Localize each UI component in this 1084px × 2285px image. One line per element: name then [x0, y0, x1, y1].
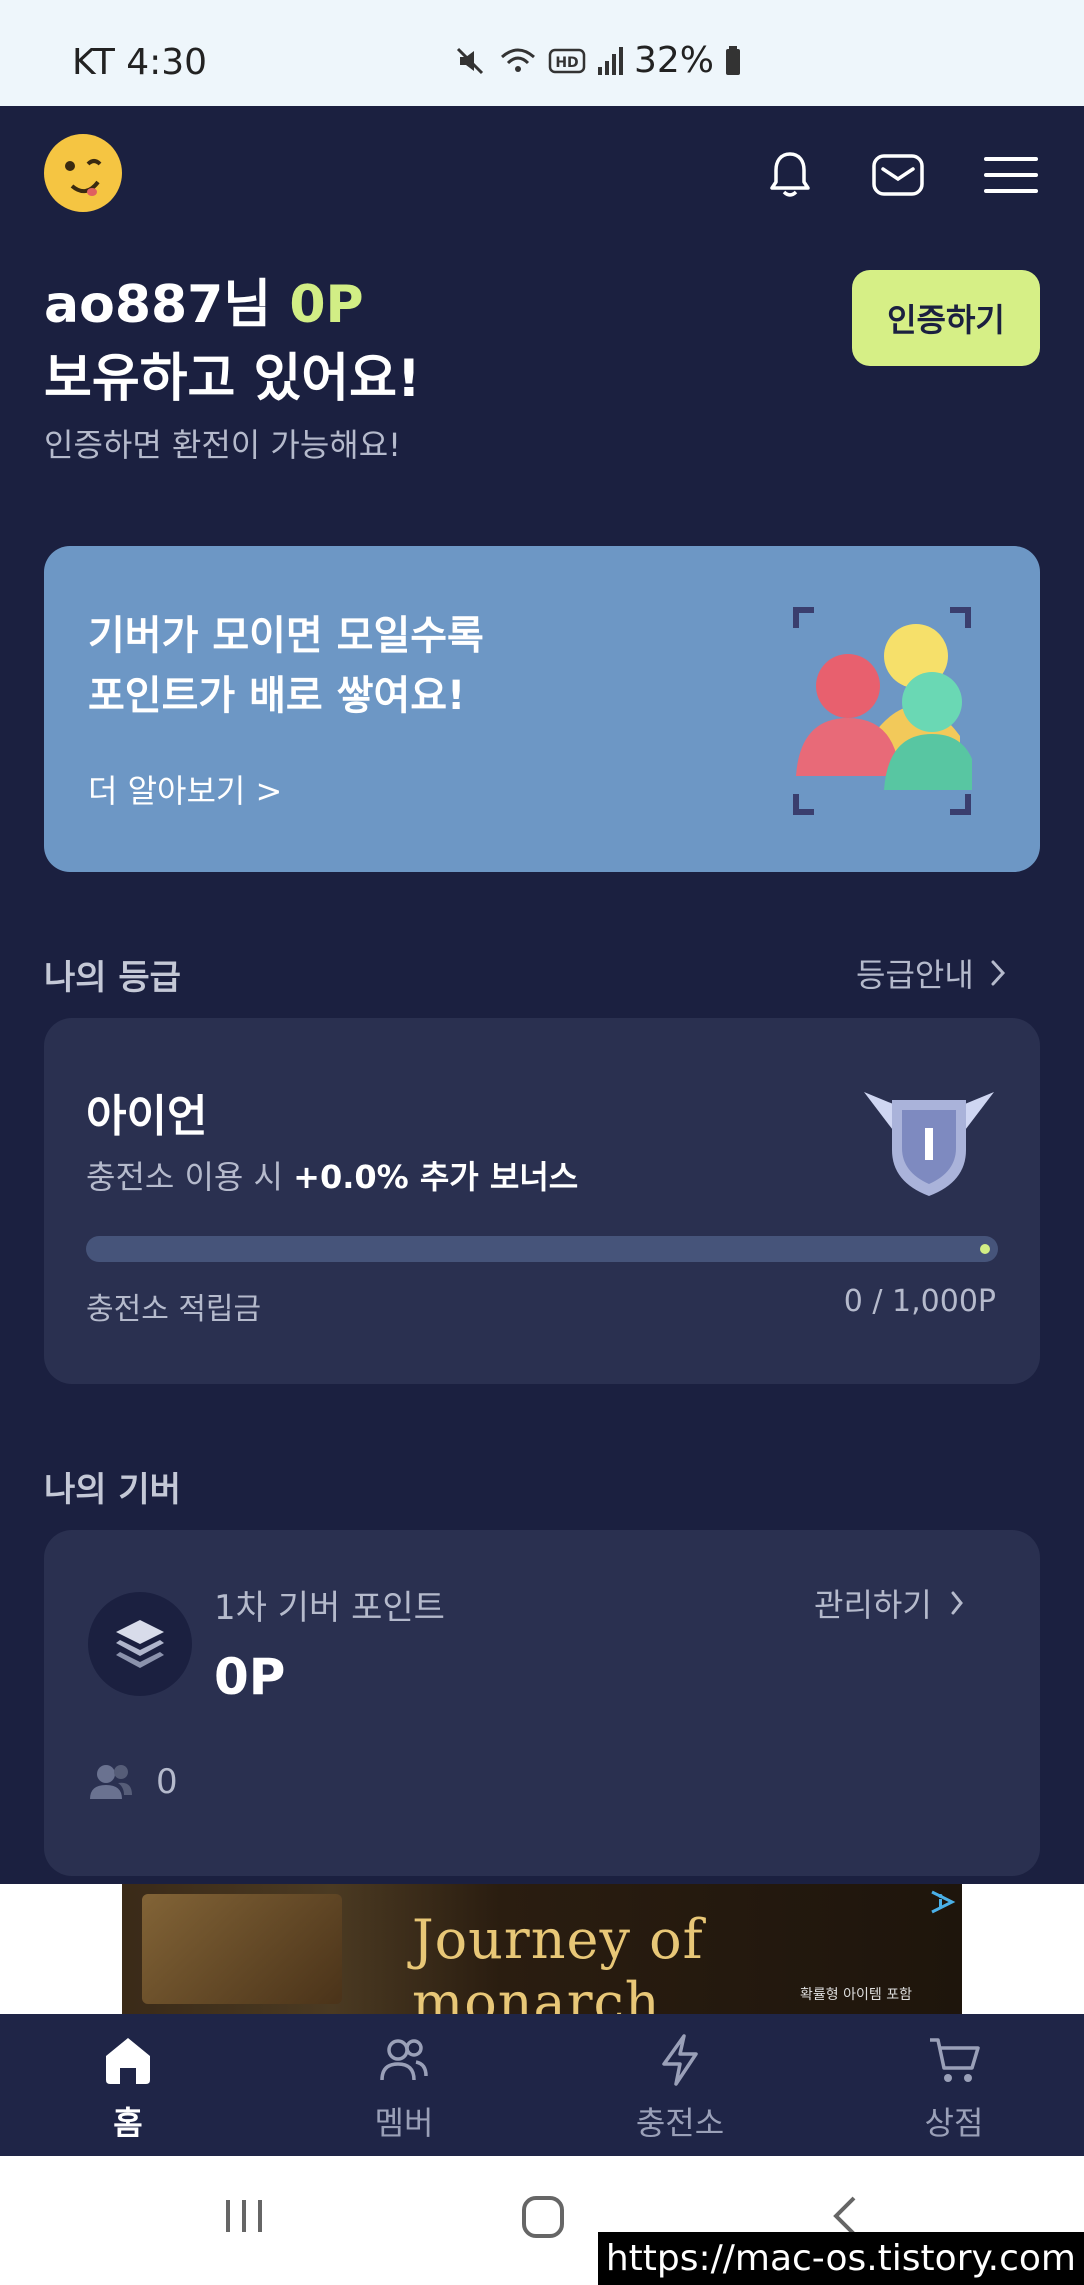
member-count-value: 0	[156, 1762, 178, 1802]
users-icon	[90, 1765, 132, 1799]
grade-desc-prefix: 충전소 이용 시	[86, 1158, 294, 1196]
svg-text:HD: HD	[555, 55, 578, 71]
manage-label: 관리하기	[814, 1586, 932, 1624]
system-navigation-bar: https://mac-os.tistory.com	[0, 2156, 1084, 2285]
mute-icon	[456, 47, 484, 74]
notification-button[interactable]	[757, 142, 823, 208]
giver-points-label: 1차 기버 포인트	[214, 1588, 445, 1628]
signal-icon	[598, 46, 623, 75]
status-bar: KT 4:30 HD 32%	[0, 0, 1084, 106]
bell-icon	[770, 152, 810, 197]
grade-section-title: 나의 등급	[44, 958, 181, 998]
points-headline: ao887님 0P 보유하고 있어요!	[44, 268, 421, 416]
hamburger-icon	[984, 157, 1038, 193]
progress-end-marker	[980, 1244, 990, 1254]
bottom-navigation: 홈 멤버 충전소 상점	[0, 2014, 1084, 2156]
wifi-icon	[501, 48, 535, 72]
battery-icon	[726, 45, 741, 75]
lightning-icon	[662, 2034, 698, 2086]
accumulation-value: 0 / 1,000P	[843, 1284, 996, 1319]
grade-card: 아이언 충전소 이용 시 +0.0% 추가 보너스 충전소 적립금 0 / 1,…	[44, 1018, 1040, 1384]
promo-learn-more-link[interactable]: 더 알아보기 >	[88, 766, 282, 812]
home-icon	[106, 2038, 150, 2084]
grade-bonus: +0.0% 추가 보너스	[293, 1158, 579, 1196]
nav-home-label: 홈	[113, 2104, 143, 2142]
nav-charging-station[interactable]: 충전소	[590, 2032, 770, 2144]
mail-icon	[872, 154, 924, 196]
promo-title: 기버가 모이면 모일수록 포인트가 배로 쌓여요!	[88, 606, 484, 726]
people-group-icon	[793, 607, 972, 815]
cart-icon	[930, 2038, 980, 2082]
members-icon	[380, 2039, 428, 2081]
ad-info-icon[interactable]	[928, 1888, 956, 1916]
verify-hint: 인증하면 환전이 가능해요!	[44, 426, 402, 464]
nav-shop-label: 상점	[924, 2104, 984, 2142]
ad-strip: Journey of monarch 확률형 아이템 포함	[0, 1884, 1084, 2014]
battery-percent: 32%	[634, 40, 715, 81]
layers-badge	[88, 1592, 192, 1696]
nav-shop[interactable]: 상점	[864, 2032, 1044, 2144]
chevron-right-icon	[951, 1591, 963, 1615]
member-count: 0	[88, 1762, 178, 1802]
grade-guide-label: 등급안내	[856, 956, 974, 994]
smiley-face-icon[interactable]	[42, 132, 124, 214]
giver-points-value: 0P	[214, 1648, 286, 1706]
promo-title-line2: 포인트가 배로 쌓여요!	[88, 673, 466, 719]
nav-members-label: 멤버	[374, 2104, 434, 2142]
accumulation-label: 충전소 적립금	[86, 1292, 262, 1327]
promo-title-line1: 기버가 모이면 모일수록	[88, 613, 484, 659]
ad-disclaimer: 확률형 아이템 포함	[800, 1987, 912, 2003]
giver-section-title: 나의 기버	[44, 1470, 181, 1510]
watermark: https://mac-os.tistory.com	[597, 2232, 1084, 2285]
hd-icon: HD	[548, 48, 586, 73]
menu-button[interactable]	[978, 142, 1044, 208]
promo-banner[interactable]: 기버가 모이면 모일수록 포인트가 배로 쌓여요! 더 알아보기 >	[44, 546, 1040, 872]
chevron-right-icon	[991, 960, 1005, 986]
headline-line2: 보유하고 있어요!	[44, 349, 421, 409]
ad-banner[interactable]: Journey of monarch 확률형 아이템 포함	[122, 1884, 962, 2014]
status-icons: HD 32%	[452, 40, 742, 81]
message-button[interactable]	[865, 142, 931, 208]
points-value: 0P	[289, 275, 364, 335]
username: ao887님	[44, 275, 272, 335]
manage-giver-link[interactable]: 관리하기	[814, 1580, 964, 1626]
grade-name: 아이언	[86, 1091, 208, 1142]
home-button-icon[interactable]	[520, 2194, 566, 2240]
ad-book-image	[142, 1894, 342, 2004]
nav-home[interactable]: 홈	[38, 2032, 218, 2144]
grade-guide-link[interactable]: 등급안내	[856, 950, 1006, 996]
iron-badge-icon	[864, 1092, 994, 1196]
grade-progress-bar	[86, 1236, 998, 1262]
nav-charging-label: 충전소	[635, 2104, 725, 2142]
layers-icon	[116, 1620, 164, 1668]
giver-card: 1차 기버 포인트 0P 관리하기 0	[44, 1530, 1040, 1876]
app-header	[0, 106, 1084, 236]
recent-apps-icon[interactable]	[222, 2194, 266, 2238]
grade-description: 충전소 이용 시 +0.0% 추가 보너스	[86, 1152, 578, 1198]
verify-button[interactable]: 인증하기	[852, 270, 1040, 366]
nav-members[interactable]: 멤버	[314, 2032, 494, 2144]
carrier-time: KT 4:30	[72, 42, 208, 83]
